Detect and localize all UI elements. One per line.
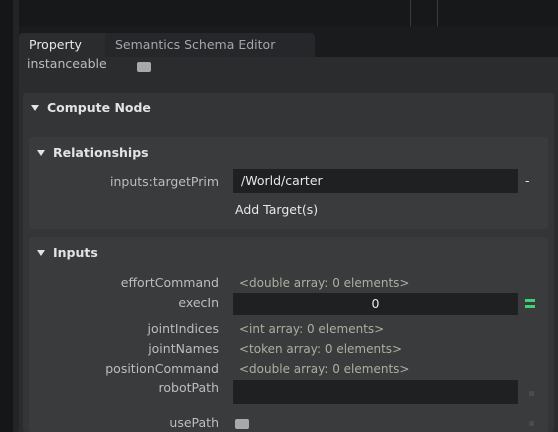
tab-property[interactable]: Property	[19, 33, 119, 57]
exec-in-connection-icon[interactable]	[525, 299, 535, 308]
position-command-value: <double array: 0 elements>	[239, 362, 410, 376]
collapse-triangle-icon[interactable]	[37, 150, 45, 156]
exec-in-field[interactable]: 0	[233, 293, 518, 315]
robot-path-label: robotPath	[158, 380, 219, 395]
inputs-title[interactable]: Inputs	[53, 245, 98, 260]
robot-path-default-icon[interactable]	[529, 391, 534, 396]
compute-node-title[interactable]: Compute Node	[47, 100, 151, 115]
target-prim-label: inputs:targetPrim	[110, 174, 219, 189]
viewport-strip	[19, 0, 558, 26]
position-command-label: positionCommand	[105, 361, 219, 376]
collapse-triangle-icon[interactable]	[37, 250, 45, 256]
relationships-section: Relationships inputs:targetPrim /World/c…	[29, 137, 548, 229]
compute-node-section: Compute Node Relationships inputs:target…	[23, 93, 554, 432]
relationships-title[interactable]: Relationships	[53, 145, 149, 160]
joint-indices-value: <int array: 0 elements>	[239, 322, 385, 336]
robot-path-field[interactable]	[233, 380, 518, 404]
remove-target-button[interactable]: -	[525, 173, 530, 188]
use-path-checkbox[interactable]	[235, 419, 249, 429]
left-panel-edge	[0, 0, 14, 432]
add-target-button[interactable]: Add Target(s)	[235, 202, 318, 217]
property-panel: instanceable Compute Node Relationships …	[19, 57, 558, 432]
tab-bar: Property Semantics Schema Editor	[19, 26, 558, 57]
effort-command-label: effortCommand	[120, 275, 219, 290]
inputs-section: Inputs effortCommand <double array: 0 el…	[29, 237, 548, 432]
collapse-triangle-icon[interactable]	[31, 105, 39, 111]
joint-names-label: jointNames	[148, 341, 219, 356]
tab-semantics-schema-editor[interactable]: Semantics Schema Editor	[105, 33, 315, 57]
target-prim-field[interactable]: /World/carter	[233, 169, 518, 193]
strip-divider	[410, 0, 411, 26]
joint-names-value: <token array: 0 elements>	[239, 342, 403, 356]
use-path-default-icon[interactable]	[529, 421, 534, 426]
instanceable-label: instanceable	[27, 56, 107, 71]
use-path-label: usePath	[169, 415, 219, 430]
effort-command-value: <double array: 0 elements>	[239, 276, 410, 290]
exec-in-label: execIn	[178, 295, 219, 310]
joint-indices-label: jointIndices	[147, 321, 219, 336]
instanceable-checkbox[interactable]	[137, 62, 151, 72]
strip-divider	[437, 0, 438, 26]
